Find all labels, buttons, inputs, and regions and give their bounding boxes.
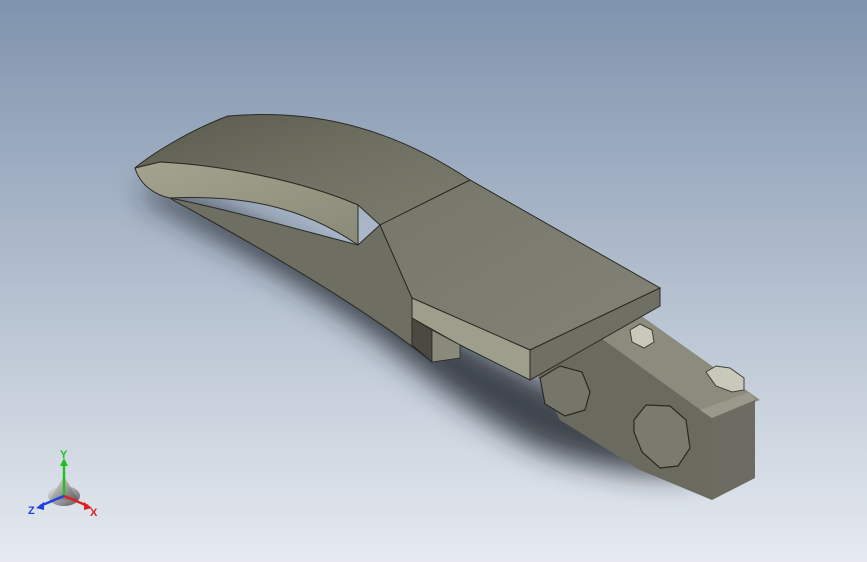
y-axis-label: Y: [60, 449, 68, 461]
z-axis-label: Z: [28, 505, 35, 517]
model-scene[interactable]: [0, 0, 867, 562]
axis-triad[interactable]: Y X Z: [26, 448, 106, 524]
x-axis-label: X: [90, 507, 98, 519]
z-axis-arrow: [36, 502, 44, 510]
graphics-viewport[interactable]: Y X Z: [0, 0, 867, 562]
